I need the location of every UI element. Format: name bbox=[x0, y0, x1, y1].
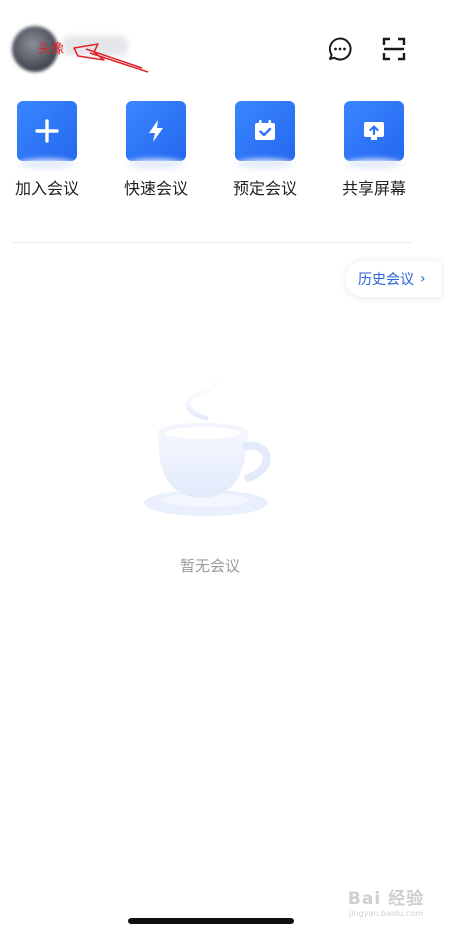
join-meeting-tile bbox=[17, 101, 77, 161]
divider bbox=[12, 242, 412, 243]
home-indicator[interactable] bbox=[128, 918, 294, 924]
annotation-label: 头像 bbox=[38, 42, 65, 57]
scan-icon bbox=[382, 37, 406, 61]
quick-meeting-button[interactable]: 快速会议 bbox=[111, 101, 201, 199]
plus-icon bbox=[35, 119, 59, 143]
meeting-home-screen: 头像 加入会议 快速会议 预定会议 共享屏幕 历史会议 › 暂无会议 Bai 经… bbox=[0, 0, 453, 938]
coffee-cup-icon bbox=[144, 365, 271, 516]
schedule-meeting-tile bbox=[235, 101, 295, 161]
quick-meeting-label: 快速会议 bbox=[123, 181, 188, 198]
schedule-meeting-label: 预定会议 bbox=[232, 181, 297, 198]
tile-shadow bbox=[346, 159, 402, 169]
watermark-brand: Bai 经验 bbox=[347, 889, 425, 909]
chevron-right-icon: › bbox=[420, 271, 426, 287]
tile-shadow bbox=[128, 159, 184, 169]
calendar-check-icon bbox=[255, 120, 275, 140]
share-screen-tile bbox=[344, 101, 404, 161]
join-meeting-button[interactable]: 加入会议 bbox=[2, 101, 92, 199]
lightning-icon bbox=[149, 120, 163, 142]
join-meeting-label: 加入会议 bbox=[14, 181, 79, 198]
quick-meeting-tile bbox=[126, 101, 186, 161]
watermark: Bai 经验 jingyan.baidu.com bbox=[336, 884, 436, 920]
watermark-url: jingyan.baidu.com bbox=[349, 909, 423, 918]
message-button[interactable] bbox=[326, 35, 354, 63]
history-meetings-button[interactable]: 历史会议 › bbox=[345, 261, 441, 297]
tile-shadow bbox=[19, 159, 75, 169]
empty-state-text: 暂无会议 bbox=[179, 557, 240, 575]
share-screen-button[interactable]: 共享屏幕 bbox=[329, 101, 419, 199]
chat-bubble-icon bbox=[328, 37, 352, 61]
share-screen-label: 共享屏幕 bbox=[341, 181, 406, 198]
scan-button[interactable] bbox=[380, 35, 408, 63]
history-meetings-label: 历史会议 bbox=[358, 272, 414, 288]
schedule-meeting-button[interactable]: 预定会议 bbox=[220, 101, 310, 199]
screen-share-icon bbox=[364, 122, 384, 140]
annotation-arrow-icon bbox=[73, 43, 149, 73]
tile-shadow bbox=[237, 159, 293, 169]
